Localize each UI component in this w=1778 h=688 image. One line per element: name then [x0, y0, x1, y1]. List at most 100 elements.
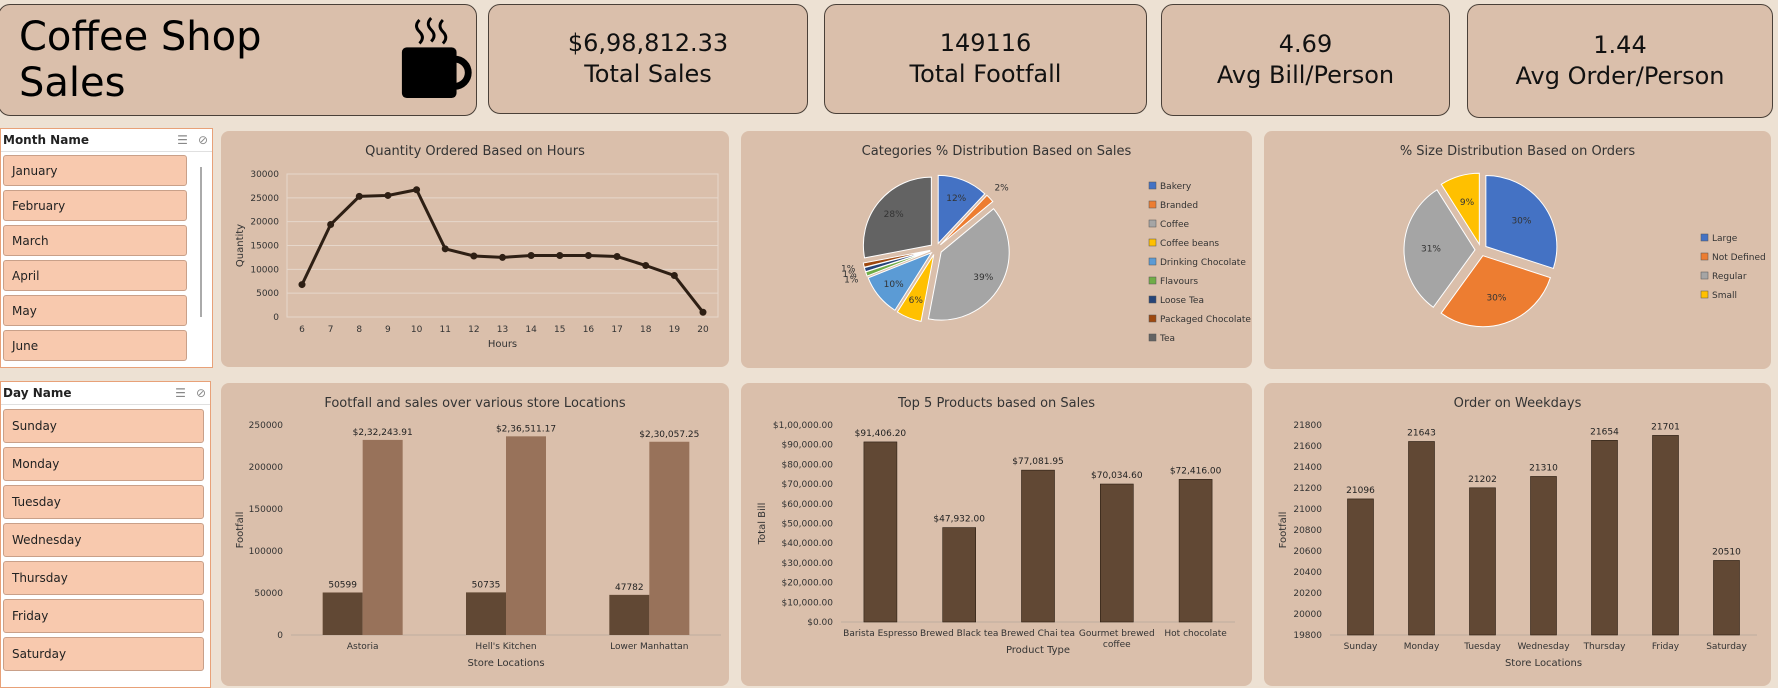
y-tick-label: 21000	[1293, 505, 1322, 515]
bar	[863, 441, 898, 623]
x-tick-label: 6	[299, 325, 305, 335]
data-point	[584, 252, 592, 260]
x-tick-label: Barista Espresso	[843, 629, 918, 639]
slicer-item-sunday[interactable]: Sunday	[3, 409, 204, 443]
category-pie-chart: Categories % Distribution Based on Sales…	[841, 144, 1251, 344]
legend-swatch	[1148, 181, 1157, 190]
x-tick-label: Tuesday	[1463, 642, 1501, 652]
y-tick-label: $90,000.00	[781, 441, 833, 451]
data-label: $70,034.60	[1091, 471, 1143, 481]
coffee-cup-icon	[401, 17, 472, 99]
y-axis-label: Footfall	[1278, 512, 1289, 549]
data-label: 50599	[328, 580, 357, 590]
slicer-item-label: Friday	[12, 609, 49, 623]
slicer-item-june[interactable]: June	[3, 330, 187, 361]
legend-swatch	[1148, 276, 1157, 285]
data-point	[499, 253, 506, 261]
slice-label: 10%	[884, 280, 904, 290]
slicer-item-april[interactable]: April	[3, 260, 187, 291]
slicer-item-saturday[interactable]: Saturday	[3, 637, 204, 671]
y-tick-label: 20000	[1293, 610, 1322, 620]
slicer-header: Day Name ☰ ⊘	[1, 382, 210, 405]
y-tick-label: $70,000.00	[781, 480, 833, 490]
slicer-title: Month Name	[3, 133, 89, 147]
slicer-item-january[interactable]: January	[3, 155, 187, 186]
y-tick-label: $50,000.00	[781, 520, 833, 530]
slice-label: 9%	[1460, 198, 1475, 208]
legend-swatch	[1148, 333, 1157, 342]
legend-swatch	[1700, 271, 1709, 280]
x-tick-label: Monday	[1404, 642, 1440, 652]
y-tick-label: 100000	[249, 547, 284, 557]
data-point	[556, 252, 564, 260]
clear-filter-icon[interactable]: ⊘	[196, 386, 206, 400]
bar	[1652, 435, 1679, 636]
y-tick-label: 21600	[1293, 442, 1322, 452]
slice-label: 31%	[1421, 244, 1441, 254]
data-label: $72,416.00	[1170, 466, 1222, 476]
data-point	[441, 245, 449, 253]
slicer-item-tuesday[interactable]: Tuesday	[3, 485, 204, 519]
multi-select-icon[interactable]: ☰	[175, 386, 186, 400]
chart-quantity-by-hours: Quantity Ordered Based on Hours 0 5000 1000…	[221, 131, 729, 367]
data-label: 20510	[1712, 547, 1741, 557]
clear-filter-icon[interactable]: ⊘	[198, 133, 208, 147]
legend-entry: Coffee	[1160, 220, 1190, 230]
y-axis-label: Total Bill	[757, 503, 768, 546]
y-tick-label: 20000	[250, 218, 279, 228]
weekday-bar-chart: Order on Weekdays 19800 20000 20200 20400 206…	[1278, 396, 1757, 669]
slicer-item-label: Tuesday	[12, 495, 61, 509]
x-tick-label: Lower Manhattan	[610, 642, 688, 652]
slicer-item-label: Wednesday	[12, 533, 82, 547]
bar	[466, 592, 506, 635]
slicer-scrollbar[interactable]	[200, 167, 202, 317]
y-tick-label: 250000	[249, 421, 284, 431]
data-label: $2,30,057.25	[639, 430, 699, 440]
y-tick-label: 25000	[250, 194, 279, 204]
y-tick-label: 19800	[1293, 631, 1322, 641]
slicer-item-label: May	[12, 303, 37, 318]
y-tick-label: $10,000.00	[781, 598, 833, 608]
slicer-item-label: April	[12, 268, 40, 283]
legend-swatch	[1700, 252, 1709, 261]
slicer-item-march[interactable]: March	[3, 225, 187, 256]
legend-swatch	[1148, 200, 1157, 209]
slicer-item-thursday[interactable]: Thursday	[3, 561, 204, 595]
slice-label: 12%	[946, 194, 966, 204]
store-bar-chart: Footfall and sales over various store Lo…	[235, 396, 721, 669]
kpi-value: 4.69	[1278, 30, 1333, 58]
slicer-item-label: June	[12, 338, 39, 353]
slicer-item-label: Sunday	[12, 419, 57, 433]
slicer-item-wednesday[interactable]: Wednesday	[3, 523, 204, 557]
x-tick-label: 14	[525, 325, 537, 335]
x-tick-label: 11	[439, 325, 450, 335]
data-point	[527, 252, 535, 260]
kpi-total-sales: $6,98,812.33 Total Sales	[488, 4, 808, 114]
slice-label: 1%	[841, 265, 856, 275]
slicer-header: Month Name ☰ ⊘	[1, 129, 212, 152]
bar	[1099, 483, 1134, 623]
data-label: $47,932.00	[933, 515, 985, 525]
x-tick-label: 12	[468, 325, 479, 335]
bar	[1408, 441, 1435, 636]
data-label: 50735	[472, 580, 501, 590]
legend-entry: Not Defined	[1712, 253, 1766, 263]
data-point	[355, 192, 363, 200]
slicer-item-february[interactable]: February	[3, 190, 187, 221]
multi-select-icon[interactable]: ☰	[177, 133, 188, 147]
legend-entry: Loose Tea	[1160, 296, 1204, 306]
data-label: $2,36,511.17	[496, 424, 556, 434]
slice-label: 28%	[884, 210, 904, 220]
x-tick-label: 17	[611, 325, 622, 335]
legend-entry: Regular	[1712, 272, 1747, 282]
data-label: $91,406.20	[855, 429, 907, 439]
kpi-value: 1.44	[1593, 31, 1647, 59]
y-tick-label: 15000	[250, 242, 279, 252]
slicer-item-may[interactable]: May	[3, 295, 187, 326]
y-tick-label: $0.00	[807, 618, 833, 628]
y-tick-label: 21800	[1293, 421, 1322, 431]
bar	[1021, 469, 1055, 623]
y-tick-label: 150000	[249, 505, 284, 515]
slicer-item-monday[interactable]: Monday	[3, 447, 204, 481]
slicer-item-friday[interactable]: Friday	[3, 599, 204, 633]
